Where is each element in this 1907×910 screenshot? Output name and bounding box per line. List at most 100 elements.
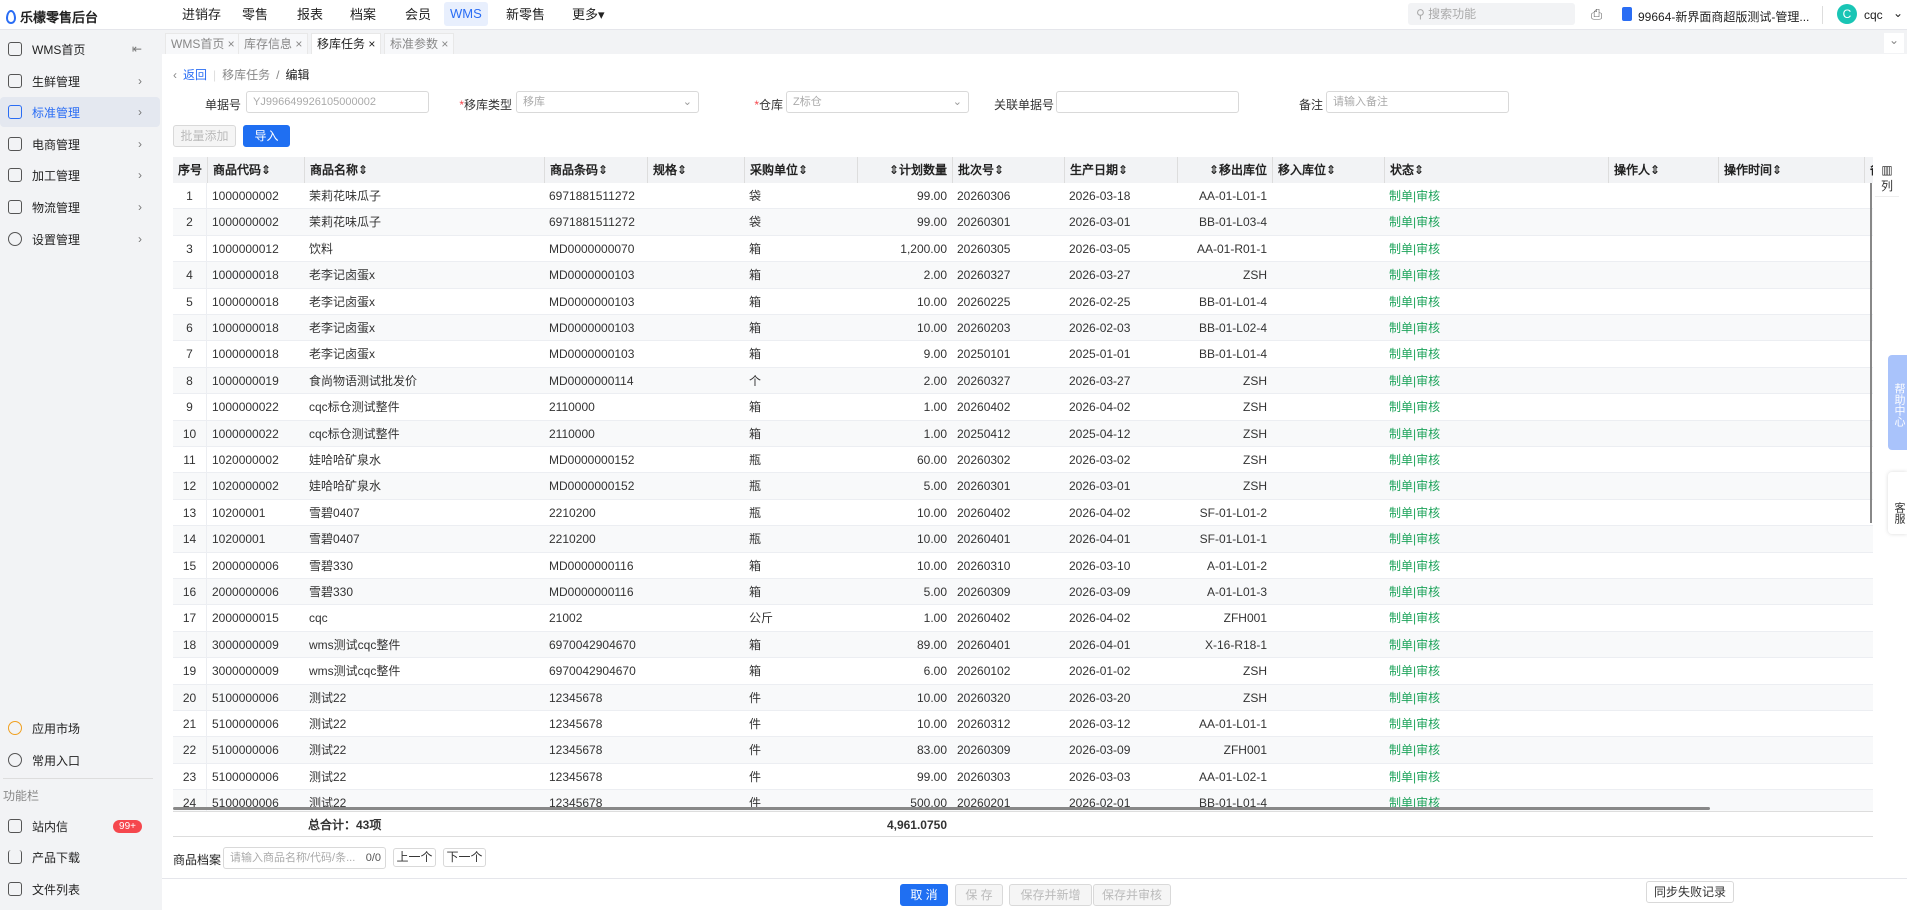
search-input[interactable]: ⚲ 搜索功能 — [1408, 3, 1575, 25]
sidebar-item-wms-home[interactable]: WMS首页 ⇤ — [0, 34, 160, 64]
nav-wms[interactable]: WMS — [444, 2, 488, 26]
table-row[interactable]: 23 5100000006 测试22 12345678 件 99.00 20260303 20… — [173, 763, 1873, 791]
warehouse-select[interactable]: Z标仓 ⌄ — [786, 91, 969, 113]
printer-icon[interactable]: ⎙ — [1591, 6, 1602, 23]
table-row[interactable]: 13 10200001 雪碧0407 2210200 瓶 10.00 20260402 202… — [173, 499, 1873, 527]
sidebar-item-processing[interactable]: 加工管理 › — [0, 160, 160, 190]
nav-more[interactable]: 更多▾ — [566, 0, 611, 30]
tab-wms-home[interactable]: WMS首页 × — [165, 33, 241, 54]
avatar[interactable]: C — [1837, 4, 1857, 24]
column-header[interactable]: 生产日期⇕ — [1064, 157, 1177, 183]
tab-inventory[interactable]: 库存信息 × — [238, 33, 309, 54]
column-header[interactable]: 采购单位⇕ — [744, 157, 857, 183]
app-logo[interactable]: 乐檬零售后台 — [6, 7, 98, 26]
table-row[interactable]: 10 1000000022 cqc标仓测试整件 2110000 箱 1.00 2025041… — [173, 420, 1873, 447]
product-finder-input[interactable]: 请输入商品名称/代码/条... 0/0 — [223, 847, 386, 869]
help-center-button[interactable]: 帮助中心 — [1888, 355, 1907, 450]
table-row[interactable]: 18 3000000009 wms测试cqc整件 6970042904670 箱 89.0… — [173, 631, 1873, 659]
doc-no-field[interactable]: YJ996649926105000002 — [246, 91, 429, 113]
nav-archive[interactable]: 档案 — [344, 0, 382, 30]
table-cell — [1272, 341, 1384, 367]
table-row[interactable]: 1 1000000002 茉莉花味瓜子 6971881511272 袋 99.00 2026… — [173, 183, 1873, 210]
table-row[interactable]: 17 2000000015 cqc 21002 公斤 1.00 20260402 2026-0… — [173, 605, 1873, 632]
table-row[interactable]: 11 1020000002 娃哈哈矿泉水 MD0000000152 瓶 60.00 2026… — [173, 447, 1873, 474]
sidebar-item-file-list[interactable]: 文件列表 — [0, 874, 160, 904]
next-button[interactable]: 下一个 — [443, 848, 486, 867]
breadcrumb-parent[interactable]: 移库任务 — [222, 66, 270, 83]
sidebar-item-fresh[interactable]: 生鲜管理 › — [0, 66, 160, 96]
customer-service-button[interactable]: 客服 — [1888, 472, 1907, 534]
column-header[interactable]: 序号 — [173, 157, 207, 183]
table-cell — [647, 368, 744, 394]
nav-reports[interactable]: 报表 — [291, 0, 329, 30]
table-cell: 老李记卤蛋x — [309, 321, 376, 335]
column-header[interactable]: 操作人⇕ — [1608, 157, 1718, 183]
ref-no-field[interactable] — [1056, 91, 1239, 113]
table-row[interactable]: 19 3000000009 wms测试cqc整件 6970042904670 箱 6.00… — [173, 658, 1873, 685]
save-and-new-button[interactable]: 保存并新增 — [1009, 884, 1092, 906]
sidebar-item-settings[interactable]: 设置管理 › — [0, 224, 160, 254]
cancel-button[interactable]: 取 消 — [900, 884, 948, 906]
sidebar-item-standard[interactable]: 标准管理 › — [0, 97, 160, 127]
column-header[interactable]: 商品名称⇕ — [304, 157, 544, 183]
import-button[interactable]: 导入 — [243, 125, 290, 147]
sidebar-item-favorites[interactable]: 常用入口 — [0, 745, 160, 775]
sync-fail-records-button[interactable]: 同步失败记录 — [1646, 881, 1734, 903]
status-cell: 制单|审核 — [1389, 637, 1441, 652]
table-row[interactable]: 8 1000000019 食尚物语测试批发价 MD0000000114 个 2.00 202… — [173, 367, 1873, 395]
nav-retail[interactable]: 零售 — [236, 0, 274, 30]
column-header[interactable]: 商品代码⇕ — [207, 157, 304, 183]
column-header[interactable]: 状态⇕ — [1384, 157, 1608, 183]
sidebar-item-ecommerce[interactable]: 电商管理 › — [0, 129, 160, 159]
table-row[interactable]: 3 1000000012 饮料 MD0000000070 箱 1,200.00 202603… — [173, 235, 1873, 263]
sidebar-item-messages[interactable]: 站内信 99+ — [0, 811, 160, 841]
save-button[interactable]: 保 存 — [955, 884, 1003, 906]
prev-button[interactable]: 上一个 — [393, 848, 436, 867]
nav-new-retail[interactable]: 新零售 — [500, 0, 551, 30]
remark-field[interactable]: 请输入备注 — [1326, 91, 1509, 113]
column-header[interactable]: ⇕计划数量 — [857, 157, 952, 183]
nav-member[interactable]: 会员 — [399, 0, 437, 30]
table-cell: 20260305 — [957, 241, 1011, 256]
column-header[interactable]: 批次号⇕ — [952, 157, 1064, 183]
table-row[interactable]: 5 1000000018 老李记卤蛋x MD0000000103 箱 10.00 20260… — [173, 288, 1873, 315]
store-selector[interactable]: 99664-新界面商超版测试-管理... — [1638, 8, 1809, 25]
table-row[interactable]: 7 1000000018 老李记卤蛋x MD0000000103 箱 9.00 202501… — [173, 341, 1873, 368]
table-row[interactable]: 9 1000000022 cqc标仓测试整件 2110000 箱 1.00 20260402… — [173, 394, 1873, 421]
horizontal-scrollbar[interactable] — [173, 807, 1710, 810]
chevron-down-icon[interactable]: ⌄ — [1893, 6, 1903, 20]
column-header[interactable]: ⇕移出库位 — [1177, 157, 1272, 183]
sidebar-item-downloads[interactable]: 产品下载 — [0, 842, 160, 872]
back-chevron-icon[interactable]: ‹ — [173, 68, 177, 82]
column-header[interactable]: 备 — [1864, 157, 1873, 183]
table-row[interactable]: 6 1000000018 老李记卤蛋x MD0000000103 箱 10.00 20260… — [173, 315, 1873, 342]
back-link[interactable]: 返回 — [183, 66, 207, 83]
table-row[interactable]: 20 5100000006 测试22 12345678 件 10.00 20260320 20… — [173, 684, 1873, 711]
transfer-type-select[interactable]: 移库 ⌄ — [516, 91, 699, 113]
table-row[interactable]: 4 1000000018 老李记卤蛋x MD0000000103 箱 2.00 202603… — [173, 262, 1873, 289]
table-row[interactable]: 15 2000000006 雪碧330 MD0000000116 箱 10.00 20260… — [173, 552, 1873, 579]
column-header[interactable]: 规格⇕ — [647, 157, 744, 183]
table-row[interactable]: 21 5100000006 测试22 12345678 件 10.00 20260312 20… — [173, 711, 1873, 738]
tab-transfer-task[interactable]: 移库任务 × — [311, 33, 382, 54]
table-row[interactable]: 14 10200001 雪碧0407 2210200 瓶 10.00 20260401 202… — [173, 526, 1873, 553]
tabs-dropdown-icon[interactable]: ⌄ — [1884, 33, 1904, 53]
nav-jinxiaocun[interactable]: 进销存 — [176, 0, 227, 30]
collapse-sidebar-icon[interactable]: ⇤ — [132, 42, 142, 56]
sidebar-item-logistics[interactable]: 物流管理 › — [0, 192, 160, 222]
column-header[interactable]: 操作时间⇕ — [1718, 157, 1864, 183]
table-row[interactable]: 12 1020000002 娃哈哈矿泉水 MD0000000152 瓶 5.00 20260… — [173, 473, 1873, 500]
table-row[interactable]: 2 1000000002 茉莉花味瓜子 6971881511272 袋 99.00 2026… — [173, 209, 1873, 236]
batch-add-button[interactable]: 批量添加 — [173, 125, 236, 147]
vertical-scrollbar[interactable] — [1870, 183, 1872, 523]
sidebar-item-app-market[interactable]: 应用市场 — [0, 713, 160, 743]
table-row[interactable]: 22 5100000006 测试22 12345678 件 83.00 20260309 20… — [173, 737, 1873, 764]
save-and-audit-button[interactable]: 保存并审核 — [1093, 884, 1171, 906]
column-header[interactable]: 商品条码⇕ — [544, 157, 647, 183]
column-header[interactable]: 移入库位⇕ — [1272, 157, 1384, 183]
user-name[interactable]: cqc — [1864, 8, 1883, 22]
column-settings-button[interactable]: ▥ 列 — [1875, 157, 1899, 197]
table-cell: 13 — [173, 499, 207, 526]
tab-standard-params[interactable]: 标准参数 × — [384, 33, 455, 54]
table-row[interactable]: 16 2000000006 雪碧330 MD0000000116 箱 5.00 202603… — [173, 579, 1873, 606]
